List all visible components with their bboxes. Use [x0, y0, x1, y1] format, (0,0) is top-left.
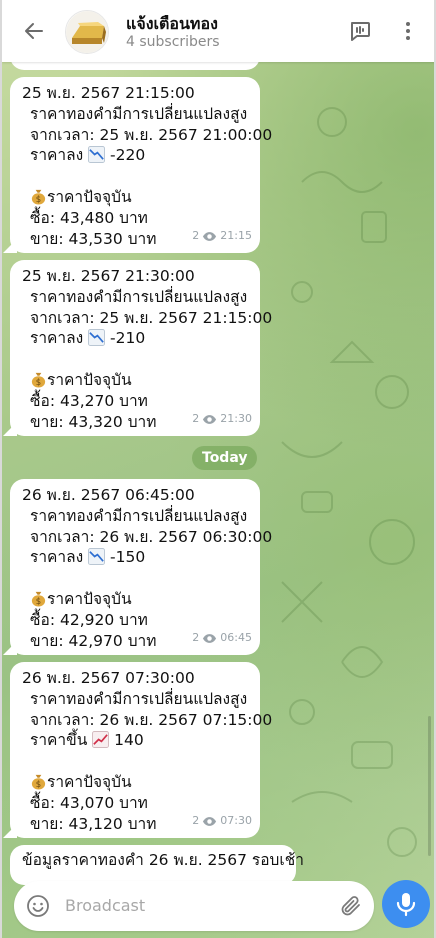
chart-decreasing-icon — [88, 548, 106, 566]
message-line: ราคาทองคำมีการเปลี่ยนแปลงสูง — [30, 104, 248, 123]
change-label: ราคาขึ้น — [30, 731, 88, 750]
message-line: จากเวลา: 26 พ.ย. 2567 06:30:00 — [30, 527, 273, 546]
message-line: จากเวลา: 25 พ.ย. 2567 21:00:00 — [30, 125, 273, 144]
message-bubble[interactable]: 26 พ.ย. 2567 06:45:00 ราคาทองคำมีการเปลี… — [10, 479, 273, 655]
current-price-label: $ ราคาปัจจุบัน — [22, 187, 250, 208]
chart-increasing-icon — [92, 731, 110, 749]
gold-bar-icon — [66, 11, 108, 53]
more-options-icon[interactable] — [396, 19, 420, 43]
message-line: ราคาทองคำมีการเปลี่ยนแปลงสูง — [30, 689, 248, 708]
eye-icon — [203, 415, 217, 424]
price-change-line: ราคาขึ้น 140 — [22, 730, 250, 751]
view-count: 2 — [192, 631, 200, 645]
svg-text:$: $ — [36, 780, 41, 790]
scrollbar[interactable] — [428, 716, 431, 856]
message-time: 06:45 — [220, 631, 252, 645]
message-line: จากเวลา: 25 พ.ย. 2567 21:15:00 — [30, 308, 273, 327]
change-label: ราคาลง — [30, 146, 84, 165]
microphone-button[interactable] — [382, 880, 430, 928]
eye-icon — [203, 634, 217, 643]
view-count: 2 — [192, 814, 200, 828]
svg-text:$: $ — [36, 597, 41, 607]
current-price-label: $ ราคาปัจจุบัน — [22, 772, 250, 793]
svg-text:$: $ — [36, 378, 41, 388]
message-heading: 26 พ.ย. 2567 06:45:00 — [22, 486, 195, 504]
eye-icon — [203, 232, 217, 241]
message-meta: 2 06:45 — [192, 628, 252, 649]
money-bag-icon: $ — [31, 372, 46, 388]
change-value: -210 — [110, 329, 146, 348]
message-heading: ข้อมูลราคาทองคำ 26 พ.ย. 2567 รอบเช้า — [22, 851, 304, 869]
telegram-channel-screen: แจ้งเตือนทอง 4 subscribers 2 21:00 25 พ.… — [0, 0, 436, 938]
change-label: ราคาลง — [30, 548, 84, 567]
svg-text:$: $ — [36, 195, 41, 205]
change-value: 140 — [114, 731, 144, 750]
message-meta: 2 07:30 — [192, 811, 252, 832]
change-label: ราคาลง — [30, 329, 84, 348]
live-stream-icon[interactable] — [348, 19, 372, 43]
money-bag-icon: $ — [31, 591, 46, 607]
view-count: 2 — [192, 412, 200, 426]
attach-icon[interactable] — [339, 894, 363, 918]
message-heading: 26 พ.ย. 2567 07:30:00 — [22, 669, 195, 687]
current-price-label: $ ราคาปัจจุบัน — [22, 589, 250, 610]
eye-icon — [203, 817, 217, 826]
channel-avatar[interactable] — [65, 10, 109, 54]
message-time: 21:15 — [220, 229, 252, 243]
chat-header: แจ้งเตือนทอง 4 subscribers — [2, 0, 434, 62]
back-arrow-icon[interactable] — [22, 19, 46, 43]
message-heading: 25 พ.ย. 2567 21:30:00 — [22, 267, 195, 285]
price-change-line: ราคาลง -150 — [22, 547, 250, 568]
message-bubble[interactable]: 25 พ.ย. 2567 21:15:00 ราคาทองคำมีการเปลี… — [10, 77, 273, 253]
message-time: 07:30 — [220, 814, 252, 828]
message-bubble[interactable]: 26 พ.ย. 2567 07:30:00 ราคาทองคำมีการเปลี… — [10, 662, 273, 838]
broadcast-input-bar[interactable]: Broadcast — [14, 881, 374, 931]
message-line: ราคาทองคำมีการเปลี่ยนแปลงสูง — [30, 287, 248, 306]
message-bubble[interactable]: 25 พ.ย. 2567 21:30:00 ราคาทองคำมีการเปลี… — [10, 260, 273, 436]
date-separator: Today — [192, 446, 258, 470]
broadcast-input[interactable]: Broadcast — [65, 896, 145, 915]
price-change-line: ราคาลง -220 — [22, 145, 250, 166]
change-value: -220 — [110, 146, 146, 165]
message-line: จากเวลา: 26 พ.ย. 2567 07:15:00 — [30, 710, 273, 729]
message-line: ราคาทองคำมีการเปลี่ยนแปลงสูง — [30, 506, 248, 525]
view-count: 2 — [192, 229, 200, 243]
microphone-icon — [396, 893, 416, 917]
chart-decreasing-icon — [88, 329, 106, 347]
money-bag-icon: $ — [31, 189, 46, 205]
subscriber-count: 4 subscribers — [126, 34, 220, 50]
chart-decreasing-icon — [88, 146, 106, 164]
message-meta: 2 21:15 — [192, 226, 252, 247]
emoji-icon[interactable] — [26, 894, 50, 918]
current-price-label: $ ราคาปัจจุบัน — [22, 370, 250, 391]
message-time: 21:30 — [220, 412, 252, 426]
change-value: -150 — [110, 548, 146, 567]
message-meta: 2 21:30 — [192, 409, 252, 430]
money-bag-icon: $ — [31, 774, 46, 790]
message-heading: 25 พ.ย. 2567 21:15:00 — [22, 84, 195, 102]
price-change-line: ราคาลง -210 — [22, 328, 250, 349]
message-bubble-partial[interactable]: ข้อมูลราคาทองคำ 26 พ.ย. 2567 รอบเช้า — [10, 845, 304, 885]
